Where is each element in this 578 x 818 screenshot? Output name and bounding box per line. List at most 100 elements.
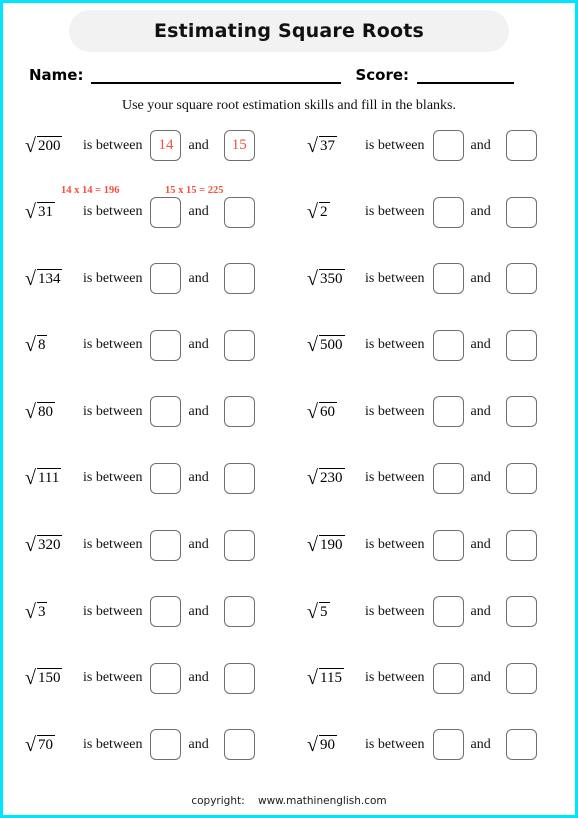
lower-bound-answer-box[interactable] [150,729,182,761]
is-between-label: is between [83,537,143,553]
is-between-label: is between [83,603,143,619]
upper-bound-answer-box[interactable] [223,396,255,428]
square-root-expression: √ 80 [25,401,77,422]
upper-bound-answer-box[interactable] [223,729,255,761]
problem-cell: √ 80 is between and [3,390,289,428]
score-label: Score: [355,66,410,84]
problem-cell: √ 320 is between and [3,524,289,561]
and-label: and [470,204,491,220]
radicand-value: 31 [36,202,55,221]
upper-bound-answer-box[interactable] [505,462,537,494]
square-root-expression: √ 111 [25,468,77,488]
radical-sign-icon: √ [307,467,318,490]
is-between-label: is between [365,204,425,220]
and-label: and [470,137,491,153]
lower-bound-answer-box[interactable] [150,529,182,561]
upper-bound-answer-box[interactable]: 15 [223,130,255,161]
lower-bound-answer-box[interactable] [150,329,182,361]
and-label: and [188,736,209,752]
copyright-label: copyright: [191,795,245,807]
problem-cell: √ 134 is between and [3,257,289,295]
upper-bound-answer-box[interactable] [223,529,255,561]
lower-bound-answer-box[interactable] [150,662,182,694]
radicand-value: 134 [36,268,63,287]
upper-bound-answer-box[interactable] [223,329,255,361]
upper-bound-answer-box[interactable] [223,196,255,228]
lower-bound-answer-box[interactable] [432,263,464,295]
and-label: and [470,736,491,752]
lower-bound-answer-box[interactable] [432,196,464,228]
upper-bound-answer-box[interactable] [505,596,537,628]
upper-bound-answer-box[interactable] [505,263,537,295]
is-between-label: is between [83,403,143,419]
lower-bound-answer-box[interactable] [432,529,464,561]
problem-cell: √ 200 is between 14 and 15 [3,124,289,161]
and-label: and [188,403,209,419]
upper-bound-answer-box[interactable] [505,396,537,428]
and-label: and [470,603,491,619]
name-input-line[interactable] [91,68,342,84]
is-between-label: is between [83,337,143,353]
problem-cell: √ 8 is between and [3,324,289,361]
and-label: and [188,204,209,220]
radical-sign-icon: √ [307,600,318,623]
upper-bound-answer-box[interactable] [505,529,537,561]
radical-sign-icon: √ [25,334,36,357]
lower-bound-answer-box[interactable] [150,263,182,295]
problem-row: √ 134 is between and √ 350 is between and [3,257,575,324]
lower-bound-answer-box[interactable]: 14 [150,130,182,161]
lower-bound-answer-box[interactable] [432,662,464,694]
square-root-expression: √ 500 [307,335,359,355]
upper-bound-answer-box[interactable] [505,196,537,228]
is-between-label: is between [83,470,143,486]
problem-cell: √ 150 is between and [3,657,289,694]
lower-bound-answer-box[interactable] [432,396,464,428]
radicand-value: 60 [319,401,337,420]
lower-bound-answer-box[interactable] [432,596,464,628]
problem-cell: √ 60 is between and [289,390,575,428]
radical-sign-icon: √ [25,733,36,756]
radical-sign-icon: √ [25,267,36,290]
upper-bound-answer-box[interactable] [223,596,255,628]
example-hint-lower: 14 x 14 = 196 [61,185,120,196]
upper-bound-answer-box[interactable] [223,263,255,295]
problem-row: √ 8 is between and √ 500 is between and [3,324,575,391]
radicand-value: 320 [36,535,63,554]
radicand-value: 111 [36,468,62,487]
is-between-label: is between [365,270,425,286]
upper-bound-answer-box[interactable] [223,462,255,494]
score-input-line[interactable] [417,68,515,84]
square-root-expression: √ 320 [25,535,77,555]
lower-bound-answer-box[interactable] [150,596,182,628]
problem-cell: √ 230 is between and [289,457,575,494]
radicand-value: 8 [36,335,48,354]
square-root-expression: √ 350 [307,268,359,289]
lower-bound-answer-box[interactable] [432,462,464,494]
and-label: and [470,470,491,486]
lower-bound-answer-box[interactable] [432,130,464,161]
lower-bound-answer-box[interactable] [432,729,464,761]
lower-bound-answer-box[interactable] [432,329,464,361]
square-root-expression: √ 70 [25,733,77,756]
worksheet-title-banner: Estimating Square Roots [69,10,509,52]
radicand-value: 5 [319,601,330,620]
upper-bound-answer-box[interactable] [505,729,537,761]
square-root-expression: √ 200 [25,135,77,156]
lower-bound-answer-box[interactable] [150,462,182,494]
upper-bound-answer-box[interactable] [505,130,537,161]
square-root-expression: √ 31 [25,202,77,222]
and-label: and [188,137,209,153]
worksheet-page: Estimating Square Roots Name: Score: Use… [0,0,578,818]
square-root-expression: √ 60 [307,401,359,422]
problem-row: √ 111 is between and √ 230 is between and [3,457,575,524]
upper-bound-answer-box[interactable] [223,662,255,694]
upper-bound-answer-box[interactable] [505,662,537,694]
upper-bound-answer-box[interactable] [505,329,537,361]
square-root-expression: √ 2 [307,202,359,222]
radicand-value: 500 [319,335,345,354]
lower-bound-answer-box[interactable] [150,396,182,428]
lower-bound-answer-box[interactable] [150,196,182,228]
square-root-expression: √ 115 [307,668,359,688]
problem-cell: √ 350 is between and [289,257,575,295]
and-label: and [188,603,209,619]
